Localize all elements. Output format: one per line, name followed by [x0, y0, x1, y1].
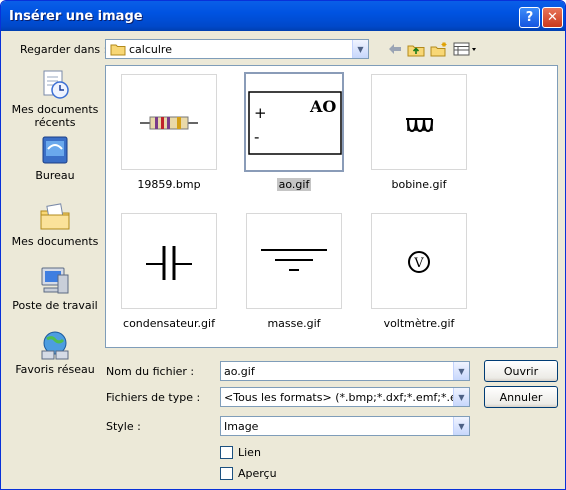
style-dropdown[interactable]: Image ▼	[220, 416, 470, 436]
filetype-dropdown[interactable]: <Tous les formats> (*.bmp;*.dxf;*.emf;*.…	[220, 387, 470, 407]
file-item-selected[interactable]: + - AO ao.gif	[239, 72, 349, 191]
new-folder-button[interactable]	[428, 39, 450, 59]
lookin-value: calculre	[129, 42, 172, 56]
file-name: ao.gif	[276, 178, 312, 191]
question-mark-icon: ?	[525, 10, 534, 25]
places-bar: Mes documents récents Bureau Mes documen…	[9, 65, 101, 393]
new-folder-icon	[430, 42, 447, 57]
style-label: Style :	[106, 420, 141, 433]
up-folder-button[interactable]	[405, 39, 427, 59]
op-amp-minus: -	[254, 128, 259, 146]
filetype-label: Fichiers de type :	[106, 391, 201, 404]
my-computer-icon	[38, 265, 72, 297]
up-folder-icon	[407, 45, 425, 57]
place-label: Favoris réseau	[15, 363, 95, 376]
network-places-icon	[38, 329, 72, 361]
voltmeter-letter: V	[413, 256, 424, 271]
place-desktop[interactable]: Bureau	[9, 135, 101, 182]
file-item[interactable]: bobine.gif	[364, 74, 474, 191]
close-button[interactable]: ✕	[542, 7, 563, 28]
help-button[interactable]: ?	[519, 7, 540, 28]
link-checkbox[interactable]: Lien	[220, 446, 261, 459]
filename-field[interactable]: ao.gif ▼	[220, 361, 470, 381]
lookin-dropdown[interactable]: calculre ▼	[105, 39, 369, 59]
checkbox-box[interactable]	[220, 446, 233, 459]
place-label: Poste de travail	[12, 299, 98, 312]
checkbox-box[interactable]	[220, 467, 233, 480]
place-my-documents[interactable]: Mes documents	[9, 201, 101, 248]
file-item[interactable]: masse.gif	[239, 213, 349, 330]
title-bar[interactable]: Insérer une image ? ✕	[1, 1, 565, 31]
back-button[interactable]	[384, 39, 406, 59]
op-amp-thumbnail: + - AO	[244, 72, 344, 172]
filetype-value: <Tous les formats> (*.bmp;*.dxf;*.emf;*.…	[224, 390, 453, 404]
chevron-down-icon[interactable]: ▼	[352, 40, 368, 58]
file-name: 19859.bmp	[137, 178, 201, 191]
file-name: condensateur.gif	[123, 317, 215, 330]
file-name: voltmètre.gif	[383, 317, 455, 330]
place-recent-documents[interactable]: Mes documents récents	[9, 69, 101, 129]
view-menu-button[interactable]	[452, 39, 478, 59]
op-amp-title: AO	[309, 97, 336, 116]
file-list[interactable]: 19859.bmp + - AO ao.gif bobine.gif conde…	[105, 65, 558, 348]
style-value: Image	[224, 419, 259, 433]
insert-image-dialog: Insérer une image ? ✕ Regarder dans : ca…	[0, 0, 566, 490]
desktop-icon	[38, 135, 72, 167]
place-network[interactable]: Favoris réseau	[9, 329, 101, 376]
op-amp-plus: +	[254, 104, 267, 122]
window-title: Insérer une image	[9, 8, 143, 24]
folder-icon	[110, 44, 126, 56]
file-name: masse.gif	[267, 317, 321, 330]
file-name: bobine.gif	[391, 178, 447, 191]
chevron-down-icon[interactable]: ▼	[453, 388, 469, 406]
back-arrow-icon	[389, 44, 401, 54]
view-menu-icon	[453, 42, 476, 56]
filename-value: ao.gif	[224, 364, 255, 378]
place-label: Mes documents récents	[11, 103, 99, 129]
file-item[interactable]: condensateur.gif	[114, 213, 224, 330]
recent-documents-icon	[38, 69, 72, 101]
link-label: Lien	[238, 446, 261, 459]
capacitor-thumbnail	[121, 213, 217, 309]
place-label: Mes documents	[11, 235, 99, 248]
file-item[interactable]: 19859.bmp	[114, 74, 224, 191]
place-my-computer[interactable]: Poste de travail	[9, 265, 101, 312]
resistor-thumbnail	[121, 74, 217, 170]
file-item[interactable]: V voltmètre.gif	[364, 213, 474, 330]
chevron-down-icon[interactable]: ▼	[453, 417, 469, 435]
preview-label: Aperçu	[238, 467, 277, 480]
preview-checkbox[interactable]: Aperçu	[220, 467, 277, 480]
close-icon: ✕	[547, 10, 558, 25]
filename-label: Nom du fichier :	[106, 365, 195, 378]
voltmeter-thumbnail: V	[371, 213, 467, 309]
open-button[interactable]: Ouvrir	[484, 360, 558, 382]
ground-thumbnail	[246, 213, 342, 309]
my-documents-icon	[38, 201, 72, 233]
coil-thumbnail	[371, 74, 467, 170]
lookin-label: Regarder dans :	[20, 43, 108, 56]
cancel-button[interactable]: Annuler	[484, 386, 558, 408]
chevron-down-icon[interactable]: ▼	[453, 362, 469, 380]
place-label: Bureau	[35, 169, 75, 182]
